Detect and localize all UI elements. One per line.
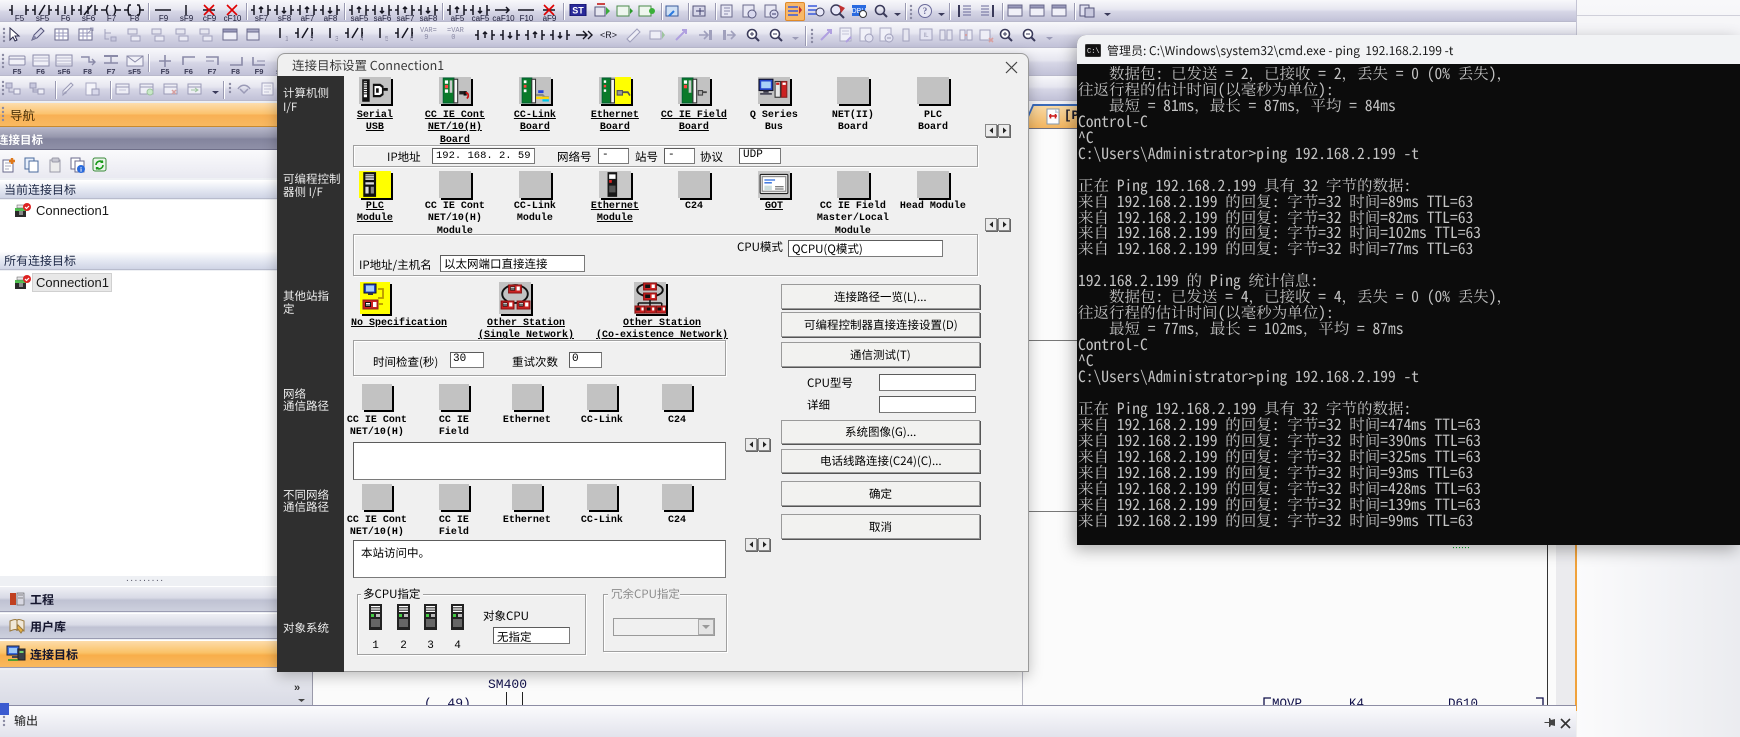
svg-text:C:\: C:\	[1087, 48, 1100, 56]
svg-text:1: 1	[285, 36, 288, 41]
svg-text:?: ?	[923, 6, 928, 16]
svg-text:IL: IL	[923, 33, 929, 39]
svg-text:i: i	[80, 167, 82, 174]
svg-text:2: 2	[310, 36, 313, 41]
svg-text:4: 4	[360, 36, 363, 41]
svg-text:6: 6	[410, 36, 413, 41]
svg-text:3: 3	[335, 36, 338, 41]
svg-text:5: 5	[385, 36, 388, 41]
svg-text:ST: ST	[572, 6, 584, 16]
